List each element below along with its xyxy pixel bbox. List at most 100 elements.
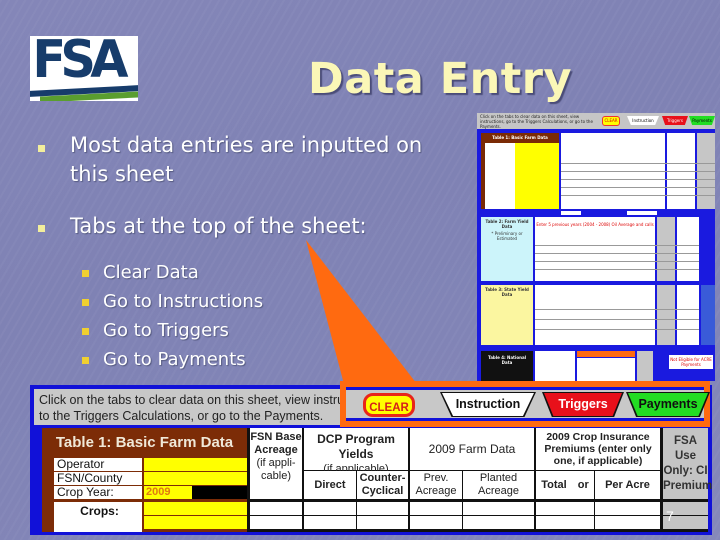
thumb-line [535,261,699,262]
fsn-county-input[interactable] [144,472,247,485]
fsn-base-header: FSN Base Acreage (if appli- cable) [250,428,302,499]
bullet-2: Tabs at the top of the sheet: [70,214,367,238]
sub-bullet-square-icon [82,328,89,335]
fsn-base-line3: (if appli- [256,457,296,469]
thumb-clear-button: CLEAR [602,116,620,126]
triggers-tab-label: Triggers [558,397,608,411]
thumb-table1-labels [485,143,515,209]
operator-input[interactable] [144,458,247,471]
thumb-instruction-tab: Instruction [627,116,659,125]
thumb-table3-fsa [657,285,675,345]
spreadsheet-thumbnail: Click on the tabs to clear data on this … [477,113,715,381]
thumb-table3-title: Table 3: State Yield Data [485,287,529,297]
ci-per-acre-header: Per Acre [595,471,660,499]
prev-acreage-cell[interactable] [410,502,462,515]
bullet-square-icon [38,225,45,232]
fsa-line2: Only: CI [663,465,708,477]
fsn-base-line2: Acreage [254,444,298,456]
thumb-line [561,195,715,196]
page-number: 7 [666,508,674,524]
ci-or: or [577,479,589,491]
payments-tab-label: Payments [638,397,698,411]
crop-insurance-header: 2009 Crop Insurance Premiums (enter only… [536,428,660,470]
dcp-title: DCP Program Yields [317,432,395,461]
fsn-base-cell[interactable] [250,502,302,515]
thumb-line [535,329,699,330]
dcp-counter-cyclical-header: Counter- Cyclical [357,471,408,499]
ci-total-cell[interactable] [536,516,594,529]
thumb-table4-title: Table 4: National Data [487,355,527,365]
thumb-line [535,319,699,320]
fsa-use-header: FSA Use Only: CI Premium [663,428,713,499]
thumb-table3-body [535,285,655,345]
thumb-line [561,171,715,172]
ci-per-acre-cell[interactable] [595,516,660,529]
fsn-base-line1: FSN Base [250,431,302,443]
thumb-triggers-tab: Triggers [662,116,688,125]
sub-bullet-payments: Go to Payments [103,349,246,370]
planted-line2: Acreage [478,485,519,497]
dcp-direct-header: Direct [304,471,356,499]
counter-cyclical-cell[interactable] [357,502,408,515]
ci-total-cell[interactable] [536,502,594,515]
sub-bullet-square-icon [82,270,89,277]
fsn-base-line4: cable) [261,470,291,482]
instruction-tab[interactable]: Instruction [440,392,536,417]
logo-text: FSA [32,36,128,90]
triggers-tab[interactable]: Triggers [542,392,624,417]
thumb-table1-inputs [515,143,559,209]
thumb-line [561,179,715,180]
planted-acreage-cell[interactable] [463,502,534,515]
thumb-line [561,187,715,188]
thumb-line [535,253,699,254]
ci-total-header: Total or [536,471,594,499]
planted-acreage-header: Planted Acreage [463,471,534,499]
thumb-total-cell [561,211,581,215]
crop-year-input[interactable]: 2009 [144,486,192,499]
fsn-base-cell[interactable] [250,516,302,529]
bullet-1: Most data entries are inputted on this s… [70,131,450,189]
sub-bullet-instructions: Go to Instructions [103,291,264,312]
dcp-header: DCP Program Yields (if applicable) [304,428,408,475]
ci-line1: 2009 Crop Insurance [546,431,650,443]
thumb-total-cell [627,211,657,215]
cc-line2: Cyclical [361,485,404,497]
table-1-basic-farm-data: Table 1: Basic Farm Data Operator FSN/Co… [42,428,713,534]
thumb-table2-actual [677,217,699,281]
thumb-table3-actual [677,285,699,345]
crop-input-2[interactable] [144,516,247,529]
operator-label: Operator [54,458,142,471]
direct-cell[interactable] [304,516,356,529]
thumb-not-eligible-text: Not Eligible for ACRE Payments [670,357,712,367]
sheet-border-bottom-edge [30,532,712,535]
ci-total: Total [541,479,567,491]
thumb-table2-fsa [657,217,675,281]
crops-label: Crops: [54,502,142,534]
crop-input-1[interactable] [144,502,247,515]
planted-acreage-cell[interactable] [463,516,534,529]
fsa-line3: Premium [663,480,713,492]
fsn-county-label: FSN/County [54,472,142,485]
payments-tab[interactable]: Payments [626,392,710,417]
thumb-line [535,245,699,246]
counter-cyclical-cell[interactable] [357,516,408,529]
farm-data-header: 2009 Farm Data [410,428,534,470]
ci-per-acre-cell[interactable] [595,502,660,515]
bullet-1-line1: Most data entries are inputted on [70,133,423,157]
clear-button[interactable]: CLEAR [363,393,415,417]
fsa-line1: FSA Use [674,435,697,462]
prev-acreage-header: Prev. Acreage [410,471,462,499]
prev-acreage-cell[interactable] [410,516,462,529]
thumb-line [561,163,715,164]
thumb-line [535,309,699,310]
ci-line2: Premiums (enter only [544,443,652,455]
thumb-table4-orange [577,351,635,357]
ci-line3: one, if applicable) [553,455,643,467]
thumb-table3-na [701,285,715,345]
direct-cell[interactable] [304,502,356,515]
fsa-logo: FSA [30,36,138,101]
sub-bullet-square-icon [82,357,89,364]
sub-bullet-triggers: Go to Triggers [103,320,229,341]
thumb-table2-sub: * Preliminary or Estimated [491,231,523,241]
cc-line1: Counter- [359,472,406,484]
